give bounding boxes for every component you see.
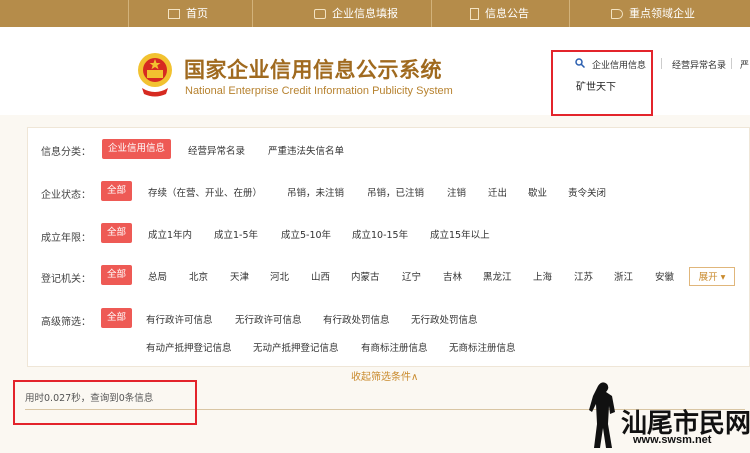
filter-option[interactable]: 无行政处罚信息 [411,312,478,326]
filter-option[interactable]: 上海 [533,269,552,283]
filter-option[interactable]: 北京 [189,269,208,283]
document-icon [470,7,479,20]
nav-item-home[interactable]: 首页 [168,0,208,27]
top-nav-bar: 首页 企业信息填报 信息公告 重点领域企业 [0,0,750,27]
nav-label: 首页 [186,7,208,20]
filter-option[interactable]: 山西 [311,269,330,283]
filter-option[interactable]: 总局 [148,269,167,283]
filter-option[interactable]: 安徽 [655,269,674,283]
tab-divider [661,58,662,69]
filter-option-selected[interactable]: 全部 [101,265,133,285]
nav-item-enterprise-report[interactable]: 企业信息填报 [314,0,398,27]
site-title-en: National Enterprise Credit Information P… [185,85,453,97]
filter-option[interactable]: 责令关闭 [568,185,606,199]
nav-item-key-sectors[interactable]: 重点领域企业 [611,0,695,27]
nav-separator [252,0,253,27]
filter-option[interactable]: 天津 [230,269,249,283]
filter-option[interactable]: 无商标注册信息 [449,340,516,354]
collapse-filters-link[interactable]: 收起筛选条件∧ [351,368,418,383]
filter-option[interactable]: 成立10-15年 [352,227,408,241]
filter-option[interactable]: 歇业 [528,185,547,199]
tab-serious-violation[interactable]: 严 [740,58,749,71]
filter-option-selected[interactable]: 全部 [101,308,133,328]
filter-option[interactable]: 注销 [447,185,466,199]
filter-option[interactable]: 辽宁 [402,269,421,283]
nav-label: 重点领域企业 [629,7,695,20]
filter-option[interactable]: 浙江 [614,269,633,283]
search-highlight-box [551,50,653,116]
site-title-cn: 国家企业信用信息公示系统 [184,58,442,82]
filter-option[interactable]: 内蒙古 [351,269,380,283]
national-emblem-icon [138,53,172,97]
filter-option[interactable]: 无行政许可信息 [235,312,302,326]
speaker-icon [611,8,623,19]
filter-option[interactable]: 有行政许可信息 [146,312,213,326]
filter-option[interactable]: 有动产抵押登记信息 [146,340,232,354]
expand-label: 展开 [698,272,718,283]
filter-option[interactable]: 黑龙江 [483,269,512,283]
edit-icon [314,8,326,19]
watermark-url: www.swsm.net [633,434,712,446]
filter-panel [27,127,750,367]
filter-option[interactable]: 吊销，未注销 [287,185,344,199]
filter-label-age: 成立年限： [41,233,91,244]
filter-option[interactable]: 成立15年以上 [430,227,490,241]
filter-label-status: 企业状态： [41,190,91,201]
filter-option[interactable]: 迁出 [488,185,507,199]
nav-label: 企业信息填报 [332,7,398,20]
nav-separator [128,0,129,27]
chevron-down-icon: ▾ [720,272,726,283]
expand-button[interactable]: 展开 ▾ [689,267,735,286]
filter-option[interactable]: 经营异常名录 [188,143,245,157]
result-highlight-box [13,380,197,425]
monitor-icon [168,8,180,19]
filter-option[interactable]: 严重违法失信名单 [268,143,344,157]
filter-option[interactable]: 成立1年内 [148,227,192,241]
filter-label-advanced: 高级筛选： [41,317,91,328]
filter-option[interactable]: 有商标注册信息 [361,340,428,354]
tab-abnormal-list[interactable]: 经营异常名录 [672,58,726,71]
nav-separator [569,0,570,27]
filter-option-selected[interactable]: 全部 [101,223,133,243]
filter-option[interactable]: 吉林 [443,269,462,283]
filter-option[interactable]: 有行政处罚信息 [323,312,390,326]
filter-option[interactable]: 无动产抵押登记信息 [253,340,339,354]
filter-option[interactable]: 江苏 [574,269,593,283]
filter-option-selected[interactable]: 企业信用信息 [102,139,172,159]
filter-option[interactable]: 存续（在营、开业、在册） [148,185,262,199]
filter-option[interactable]: 河北 [270,269,289,283]
tab-divider [731,58,732,69]
filter-label-category: 信息分类： [41,147,91,158]
nav-item-announcements[interactable]: 信息公告 [470,0,529,27]
filter-option-selected[interactable]: 全部 [101,181,133,201]
filter-option[interactable]: 吊销，已注销 [367,185,424,199]
filter-option[interactable]: 成立5-10年 [281,227,331,241]
nav-label: 信息公告 [485,7,529,20]
filter-option[interactable]: 成立1-5年 [214,227,258,241]
nav-separator [431,0,432,27]
filter-label-authority: 登记机关： [41,274,91,285]
